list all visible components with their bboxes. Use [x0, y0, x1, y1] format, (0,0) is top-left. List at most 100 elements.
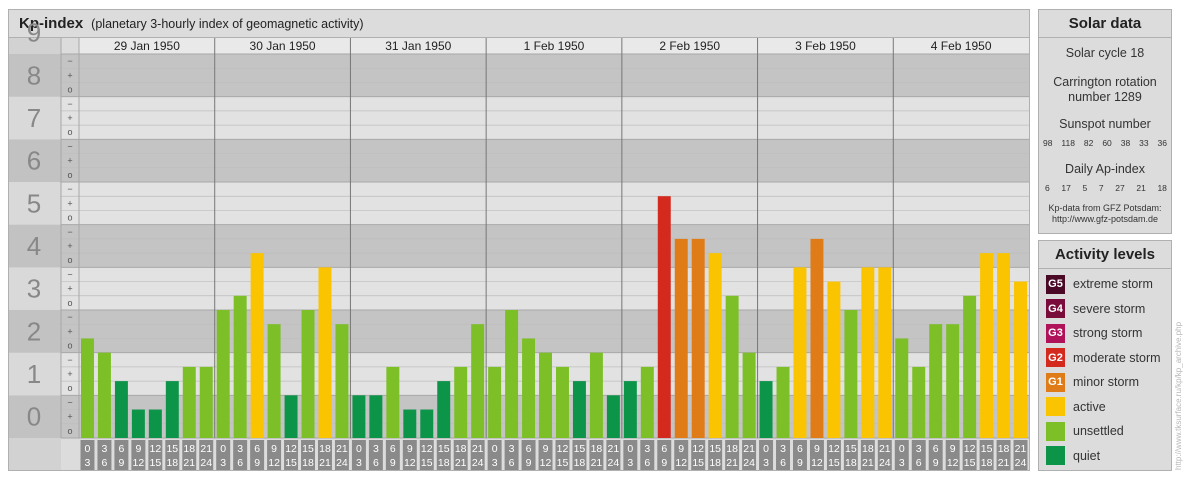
interval-end: 21: [862, 457, 874, 469]
interval-end: 6: [780, 457, 786, 469]
y-sublabel: o: [67, 85, 72, 95]
activity-levels-title: Activity levels: [1039, 241, 1171, 269]
kp-bar: [301, 310, 315, 438]
interval-start: 21: [879, 443, 891, 455]
y-sublabel: +: [67, 156, 72, 166]
sunspot-number-7: 36: [1157, 138, 1167, 148]
interval-end: 18: [438, 457, 450, 469]
kp-bar: [539, 352, 552, 438]
sunspot-number-4: 60: [1102, 138, 1112, 148]
sunspot-numbers: 98 118 82 60 38 33 36: [1043, 138, 1167, 148]
kp-bar: [997, 253, 1011, 438]
kp-bar-chart: 0123456789o+−o+−o+−o+−o+−o+−o+−o+−o+−29 …: [9, 18, 1029, 470]
interval-start: 18: [726, 443, 738, 455]
level-band: [61, 139, 1029, 182]
kp-bar: [759, 381, 773, 438]
interval-end: 6: [102, 457, 108, 469]
interval-end: 15: [285, 457, 297, 469]
legend-label: minor storm: [1073, 375, 1139, 389]
day-label: 31 Jan 1950: [385, 39, 451, 53]
interval-start: 15: [981, 443, 993, 455]
interval-end: 24: [879, 457, 891, 469]
legend-item-active: active: [1046, 397, 1106, 417]
interval-end: 24: [743, 457, 755, 469]
y-sublabel: −: [67, 141, 72, 151]
legend-item-moderate-storm: G2 moderate storm: [1046, 348, 1161, 368]
kp-bar: [114, 381, 128, 438]
interval-end: 18: [981, 457, 993, 469]
kp-bar: [674, 238, 688, 438]
kp-bar: [606, 395, 620, 438]
interval-start: 0: [492, 443, 498, 455]
legend-swatch: G2: [1046, 348, 1065, 367]
legend-label: severe storm: [1073, 301, 1146, 316]
source-line1: Kp-data from GFZ Potsdam:: [1048, 203, 1162, 213]
ap-index-7: 18: [1157, 183, 1167, 193]
kp-bar: [861, 267, 875, 438]
y-sublabel: +: [67, 113, 72, 123]
interval-end: 9: [526, 457, 532, 469]
solar-cycle: Solar cycle 18: [1065, 46, 1145, 60]
kp-bar: [454, 366, 468, 438]
interval-start: 3: [509, 443, 515, 455]
interval-start: 0: [356, 443, 362, 455]
kp-bar: [640, 366, 654, 438]
y-tick-label: 3: [27, 274, 41, 304]
ap-index-6: 21: [1136, 183, 1146, 193]
carrington-rotation-line1: Carrington rotation: [1053, 75, 1157, 89]
activity-levels-panel: Activity levels G5 extreme storm G4 severe …: [1038, 240, 1172, 471]
kp-bar: [556, 366, 569, 438]
interval-end: 12: [675, 457, 687, 469]
kp-bar: [165, 381, 179, 438]
y-sublabel: o: [67, 213, 72, 223]
interval-end: 6: [916, 457, 922, 469]
kp-bar: [352, 395, 366, 438]
kp-bar: [437, 381, 451, 438]
y-sublabel: o: [67, 255, 72, 265]
kp-bar: [929, 324, 943, 438]
interval-start: 15: [574, 443, 586, 455]
interval-start: 0: [763, 443, 769, 455]
kp-bar: [810, 238, 824, 438]
interval-start: 0: [899, 443, 905, 455]
kp-bar: [522, 338, 536, 438]
kp-bar: [250, 253, 264, 438]
kp-bar: [216, 310, 230, 438]
interval-start: 9: [271, 443, 277, 455]
interval-start: 12: [285, 443, 297, 455]
legend-swatch: [1046, 397, 1065, 416]
kp-bar: [963, 295, 977, 438]
sunspot-number-3: 82: [1083, 138, 1094, 148]
interval-end: 3: [492, 457, 498, 469]
kp-bar: [488, 366, 502, 438]
interval-end: 9: [254, 457, 260, 469]
y-sublabel: −: [67, 397, 72, 407]
interval-start: 18: [455, 443, 467, 455]
interval-end: 24: [200, 457, 212, 469]
kp-bar: [369, 395, 383, 438]
y-sublabel: +: [67, 412, 72, 422]
interval-start: 12: [421, 443, 433, 455]
y-sublabel: o: [67, 426, 72, 436]
interval-start: 6: [797, 443, 803, 455]
interval-end: 15: [828, 457, 840, 469]
day-label: 4 Feb 1950: [931, 39, 992, 53]
y-sublabel: −: [67, 269, 72, 279]
y-tick-label: 9: [27, 18, 41, 48]
kp-bar: [980, 253, 994, 438]
kp-bar: [81, 338, 94, 438]
kp-bar: [1014, 281, 1027, 438]
interval-start: 21: [1015, 443, 1027, 455]
y-sublabel: +: [67, 70, 72, 80]
y-sublabel: −: [67, 227, 72, 237]
interval-end: 3: [356, 457, 362, 469]
interval-start: 6: [661, 443, 667, 455]
legend-swatch: G4: [1046, 299, 1065, 318]
interval-start: 3: [644, 443, 650, 455]
interval-start: 9: [814, 443, 820, 455]
kp-chart-panel: Kp-index (planetary 3-hourly index of geo…: [8, 9, 1030, 471]
kp-bar: [386, 366, 400, 438]
kp-bar: [148, 409, 162, 438]
ap-index-numbers: 6 17 5 7 27 21 18: [1045, 183, 1167, 193]
interval-start: 15: [709, 443, 721, 455]
